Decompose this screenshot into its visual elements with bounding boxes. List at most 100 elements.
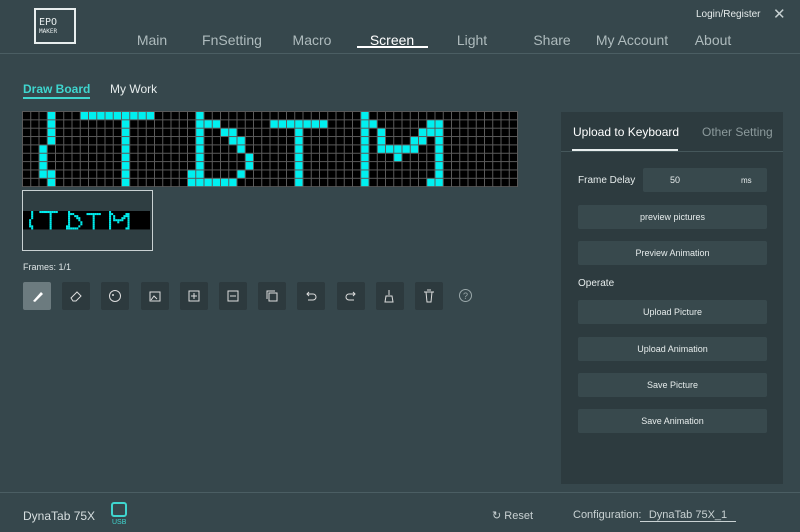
pixel-off[interactable]	[188, 145, 196, 153]
pixel-off[interactable]	[254, 162, 262, 170]
pixel-off[interactable]	[320, 128, 328, 137]
pixel-off[interactable]	[419, 178, 427, 187]
pixel-on[interactable]	[188, 170, 196, 178]
pixel-off[interactable]	[493, 162, 501, 170]
undo-tool-button[interactable]	[297, 282, 326, 310]
pixel-off[interactable]	[204, 153, 212, 162]
pixel-off[interactable]	[443, 120, 451, 128]
pixel-off[interactable]	[452, 137, 460, 145]
delete-tool-button[interactable]	[415, 282, 443, 310]
pixel-on[interactable]	[196, 162, 204, 170]
pixel-on[interactable]	[361, 162, 369, 170]
pixel-on[interactable]	[402, 145, 410, 153]
pixel-on[interactable]	[122, 153, 130, 162]
pixel-off[interactable]	[56, 153, 64, 162]
pixel-off[interactable]	[402, 128, 410, 137]
pixel-off[interactable]	[163, 178, 171, 187]
pixel-on[interactable]	[369, 120, 377, 128]
pixel-off[interactable]	[353, 137, 361, 145]
pixel-off[interactable]	[410, 112, 418, 120]
pixel-off[interactable]	[163, 153, 171, 162]
pixel-off[interactable]	[130, 162, 138, 170]
pixel-off[interactable]	[212, 162, 220, 170]
pixel-off[interactable]	[386, 137, 394, 145]
pixel-off[interactable]	[138, 178, 146, 187]
pixel-off[interactable]	[287, 145, 295, 153]
pixel-off[interactable]	[113, 153, 121, 162]
pixel-off[interactable]	[163, 162, 171, 170]
pixel-on[interactable]	[122, 128, 130, 137]
pixel-off[interactable]	[410, 170, 418, 178]
pixel-off[interactable]	[80, 178, 88, 187]
pixel-off[interactable]	[97, 178, 105, 187]
pixel-on[interactable]	[361, 170, 369, 178]
pixel-on[interactable]	[361, 128, 369, 137]
pixel-off[interactable]	[493, 145, 501, 153]
pixel-off[interactable]	[369, 128, 377, 137]
pixel-off[interactable]	[80, 120, 88, 128]
pixel-off[interactable]	[377, 120, 385, 128]
pixel-off[interactable]	[113, 120, 121, 128]
pixel-off[interactable]	[353, 120, 361, 128]
pixel-on[interactable]	[295, 128, 303, 137]
pixel-on[interactable]	[122, 162, 130, 170]
pixel-on[interactable]	[89, 112, 97, 120]
pixel-off[interactable]	[72, 128, 80, 137]
pixel-off[interactable]	[221, 153, 229, 162]
pixel-on[interactable]	[427, 120, 435, 128]
pixel-off[interactable]	[443, 178, 451, 187]
pixel-off[interactable]	[221, 162, 229, 170]
pixel-off[interactable]	[311, 178, 319, 187]
pixel-off[interactable]	[212, 145, 220, 153]
pixel-off[interactable]	[386, 153, 394, 162]
pixel-off[interactable]	[130, 178, 138, 187]
pixel-off[interactable]	[97, 120, 105, 128]
pixel-off[interactable]	[254, 120, 262, 128]
pixel-on[interactable]	[113, 112, 121, 120]
pixel-on[interactable]	[47, 120, 55, 128]
pixel-off[interactable]	[105, 137, 113, 145]
pixel-off[interactable]	[468, 162, 476, 170]
pixel-off[interactable]	[23, 145, 31, 153]
pixel-off[interactable]	[270, 170, 278, 178]
pixel-off[interactable]	[31, 170, 39, 178]
pixel-off[interactable]	[493, 120, 501, 128]
pixel-off[interactable]	[155, 145, 163, 153]
pixel-off[interactable]	[311, 162, 319, 170]
pixel-off[interactable]	[262, 170, 270, 178]
pixel-off[interactable]	[501, 112, 509, 120]
pixel-off[interactable]	[64, 145, 72, 153]
pixel-off[interactable]	[155, 178, 163, 187]
pixel-off[interactable]	[23, 178, 31, 187]
pixel-off[interactable]	[427, 153, 435, 162]
pixel-off[interactable]	[105, 128, 113, 137]
pixel-off[interactable]	[171, 162, 179, 170]
pixel-off[interactable]	[402, 153, 410, 162]
pixel-off[interactable]	[476, 112, 484, 120]
pixel-off[interactable]	[262, 112, 270, 120]
pixel-off[interactable]	[146, 137, 154, 145]
pixel-off[interactable]	[171, 128, 179, 137]
pixel-off[interactable]	[171, 112, 179, 120]
pixel-off[interactable]	[509, 153, 517, 162]
pixel-off[interactable]	[64, 170, 72, 178]
pixel-off[interactable]	[386, 170, 394, 178]
pixel-off[interactable]	[402, 112, 410, 120]
pixel-off[interactable]	[452, 162, 460, 170]
pixel-off[interactable]	[468, 178, 476, 187]
pixel-off[interactable]	[229, 170, 237, 178]
pixel-off[interactable]	[509, 170, 517, 178]
pixel-off[interactable]	[328, 128, 336, 137]
pixel-off[interactable]	[171, 170, 179, 178]
pixel-off[interactable]	[138, 153, 146, 162]
pixel-off[interactable]	[47, 153, 55, 162]
pixel-off[interactable]	[179, 112, 187, 120]
pixel-off[interactable]	[394, 178, 402, 187]
pixel-off[interactable]	[427, 170, 435, 178]
pixel-off[interactable]	[113, 170, 121, 178]
pixel-off[interactable]	[377, 162, 385, 170]
pixel-off[interactable]	[468, 145, 476, 153]
pixel-off[interactable]	[245, 178, 253, 187]
pixel-on[interactable]	[361, 112, 369, 120]
pixel-off[interactable]	[97, 128, 105, 137]
